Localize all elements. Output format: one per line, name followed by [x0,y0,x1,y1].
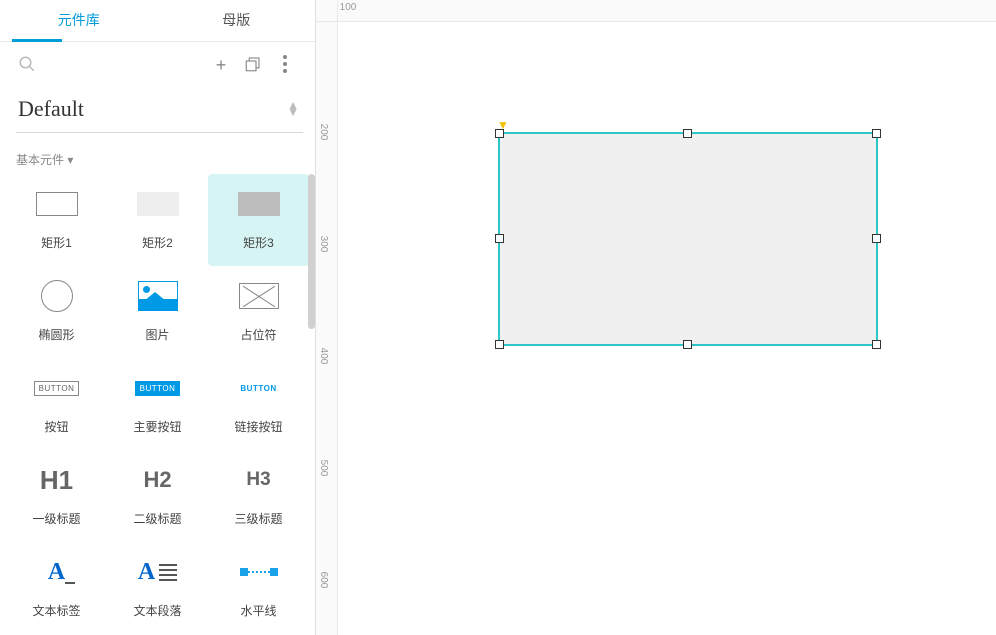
panel-tabs: 元件库 母版 [0,0,315,42]
library-toolbar: + [0,42,315,88]
image-icon [138,281,178,311]
tab-master[interactable]: 母版 [158,0,316,41]
tab-library[interactable]: 元件库 [0,0,158,41]
widget-h2[interactable]: H2 二级标题 [107,450,208,542]
widget-text-label[interactable]: A 文本标签 [6,542,107,634]
widget-image[interactable]: 图片 [107,266,208,358]
hr-icon [240,568,278,576]
widget-h1[interactable]: H1 一级标题 [6,450,107,542]
rect-light-icon [137,192,179,216]
widget-ellipse[interactable]: 椭圆形 [6,266,107,358]
library-selector[interactable]: Default ▲▼ [16,90,303,133]
library-name: Default [18,96,287,122]
add-icon[interactable]: + [205,56,237,74]
more-icon[interactable] [269,55,301,76]
resize-handle-sw[interactable] [495,340,504,349]
resize-handle-nw[interactable] [495,129,504,138]
resize-handle-n[interactable] [683,129,692,138]
library-panel: 元件库 母版 + Default ▲▼ 基本元件 ▾ 矩形1 矩 [0,0,316,635]
widget-rect3[interactable]: 矩形3 [208,174,309,266]
widget-link-button[interactable]: BUTTON 链接按钮 [208,358,309,450]
section-basic-header[interactable]: 基本元件 ▾ [0,137,315,174]
widget-rect2[interactable]: 矩形2 [107,174,208,266]
ruler-vertical[interactable]: 200 300 400 500 600 [316,22,338,635]
selected-shape[interactable]: ▼ [498,132,878,346]
canvas[interactable]: ▼ [338,22,996,635]
ellipse-icon [41,280,73,312]
widget-hr[interactable]: 水平线 [208,542,309,634]
canvas-area: 100 200 300 400 500 600 ▼ [316,0,996,635]
h2-icon: H2 [143,467,171,493]
chevron-updown-icon: ▲▼ [287,102,299,116]
rect-outline-icon [36,192,78,216]
button-primary-icon: BUTTON [135,381,181,396]
resize-handle-w[interactable] [495,234,504,243]
h1-icon: H1 [40,465,73,496]
search-icon[interactable] [18,55,205,76]
button-link-icon: BUTTON [240,384,276,393]
widget-placeholder[interactable]: 占位符 [208,266,309,358]
widget-grid: 矩形1 矩形2 矩形3 椭圆形 图片 占位符 [0,174,315,635]
paragraph-icon: A [138,559,177,586]
widget-rect1[interactable]: 矩形1 [6,174,107,266]
duplicate-icon[interactable] [237,55,269,76]
ruler-horizontal[interactable]: 100 [338,0,996,22]
resize-handle-se[interactable] [872,340,881,349]
text-label-icon: A [48,559,65,586]
h3-icon: H3 [246,469,270,491]
resize-handle-e[interactable] [872,234,881,243]
widget-paragraph[interactable]: A 文本段落 [107,542,208,634]
widget-button[interactable]: BUTTON 按钮 [6,358,107,450]
resize-handle-ne[interactable] [872,129,881,138]
widget-h3[interactable]: H3 三级标题 [208,450,309,542]
button-outline-icon: BUTTON [34,381,80,396]
placeholder-icon [239,283,279,309]
scrollbar[interactable] [307,174,315,504]
rect-grey-icon [238,192,280,216]
resize-handle-s[interactable] [683,340,692,349]
widget-primary-button[interactable]: BUTTON 主要按钮 [107,358,208,450]
ruler-corner [316,0,338,22]
scrollbar-thumb[interactable] [308,174,315,329]
